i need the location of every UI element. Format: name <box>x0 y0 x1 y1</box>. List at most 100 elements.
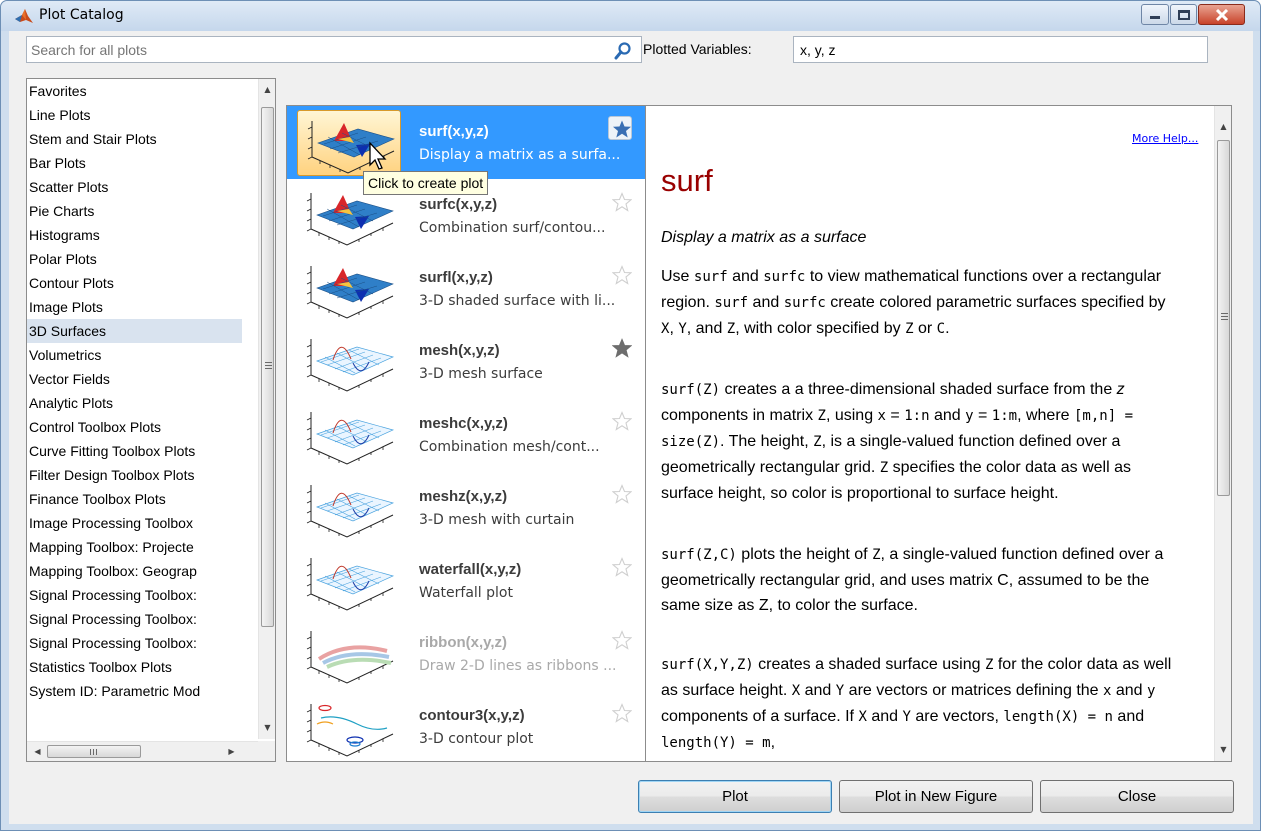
code-token: 1:n <box>904 408 930 424</box>
category-item[interactable]: Histograms <box>27 223 242 247</box>
plot-description: Combination mesh/cont... <box>419 439 600 455</box>
category-item[interactable]: Bar Plots <box>27 151 242 175</box>
doc-text: and <box>748 294 784 311</box>
category-item[interactable]: Filter Design Toolbox Plots <box>27 463 242 487</box>
doc-scroll-thumb[interactable] <box>1217 140 1230 496</box>
category-item[interactable]: Signal Processing Toolbox: <box>27 607 242 631</box>
category-item[interactable]: System ID: Parametric Mod <box>27 679 242 703</box>
close-button[interactable]: Close <box>1040 780 1234 813</box>
plot-description: Draw 2-D lines as ribbons ... <box>419 658 617 674</box>
plot-name: meshc(x,y,z) <box>419 415 508 432</box>
code-token: X <box>791 683 801 699</box>
search-icon[interactable] <box>613 41 633 61</box>
favorite-star-icon[interactable] <box>611 265 633 285</box>
plotted-variables-label: Plotted Variables: <box>643 41 752 57</box>
doc-vertical-scrollbar[interactable]: ▲ ▼ <box>1214 106 1231 761</box>
window-close-button[interactable] <box>1198 4 1245 25</box>
category-item[interactable]: Favorites <box>27 79 242 103</box>
category-item[interactable]: Pie Charts <box>27 199 242 223</box>
category-item[interactable]: Image Plots <box>27 295 242 319</box>
plot-catalog-window: Plot Catalog Plotted Variables: Favorite… <box>0 0 1261 831</box>
doc-paragraph: Use surf and surfc to view mathematical … <box>661 264 1181 342</box>
plotted-variables-input[interactable] <box>800 41 1200 59</box>
category-item[interactable]: Analytic Plots <box>27 391 242 415</box>
plot-item[interactable]: meshz(x,y,z) 3-D mesh with curtain <box>287 471 645 544</box>
plot-thumbnail[interactable] <box>297 475 401 541</box>
documentation-panel: More Help... surf Display a matrix as a … <box>646 105 1232 762</box>
category-horizontal-scrollbar[interactable]: ◀ ▶ <box>27 741 258 761</box>
category-hscroll-thumb[interactable] <box>47 745 141 758</box>
plot-thumbnail[interactable] <box>297 256 401 322</box>
plot-item[interactable]: contour3(x,y,z) 3-D contour plot <box>287 690 645 761</box>
category-item[interactable]: Signal Processing Toolbox: <box>27 631 242 655</box>
plot-item[interactable]: surfl(x,y,z) 3-D shaded surface with li..… <box>287 252 645 325</box>
grip-line <box>265 362 272 363</box>
plot-list[interactable]: surf(x,y,z) Display a matrix as a surfa..… <box>286 105 646 762</box>
category-item[interactable]: Volumetrics <box>27 343 242 367</box>
favorite-star-icon[interactable] <box>611 484 633 504</box>
category-item[interactable]: 3D Surfaces <box>27 319 242 343</box>
category-item[interactable]: Stem and Stair Plots <box>27 127 242 151</box>
favorite-star-filled-icon[interactable] <box>612 119 632 139</box>
grip-line <box>93 749 94 755</box>
category-list[interactable]: Favorites Line Plots Stem and Stair Plots B… <box>27 79 242 739</box>
code-token: surfc <box>783 295 826 311</box>
category-item[interactable]: Statistics Toolbox Plots <box>27 655 242 679</box>
category-item[interactable]: Polar Plots <box>27 247 242 271</box>
plot-item[interactable]: surf(x,y,z) Display a matrix as a surfa..… <box>287 106 645 179</box>
plot-item[interactable]: mesh(x,y,z) 3-D mesh surface <box>287 325 645 398</box>
doc-text: and <box>866 708 903 725</box>
plot-thumbnail[interactable] <box>297 329 401 395</box>
favorite-star-filled-icon[interactable] <box>611 338 633 358</box>
plot-item[interactable]: ribbon(x,y,z) Draw 2-D lines as ribbons .… <box>287 617 645 690</box>
plot-description: 3-D mesh surface <box>419 366 543 382</box>
category-item[interactable]: Curve Fitting Toolbox Plots <box>27 439 242 463</box>
window-title: Plot Catalog <box>39 7 124 23</box>
plot-thumbnail[interactable] <box>297 402 401 468</box>
plot-thumbnail[interactable] <box>297 621 401 687</box>
plot-name: surf(x,y,z) <box>419 123 489 140</box>
category-item[interactable]: Image Processing Toolbox <box>27 511 242 535</box>
category-item[interactable]: Mapping Toolbox: Geograp <box>27 559 242 583</box>
scroll-down-arrow-icon[interactable]: ▼ <box>259 719 275 736</box>
doc-text: are vectors, <box>910 708 1004 725</box>
plot-item[interactable]: meshc(x,y,z) Combination mesh/cont... <box>287 398 645 471</box>
plot-thumbnail[interactable] <box>297 548 401 614</box>
search-input[interactable] <box>31 41 601 59</box>
plot-item[interactable]: waterfall(x,y,z) Waterfall plot <box>287 544 645 617</box>
category-item[interactable]: Mapping Toolbox: Projecte <box>27 535 242 559</box>
favorite-star-icon[interactable] <box>611 411 633 431</box>
close-icon <box>1215 8 1228 21</box>
category-item[interactable]: Finance Toolbox Plots <box>27 487 242 511</box>
favorite-star-icon[interactable] <box>611 630 633 650</box>
scroll-up-arrow-icon[interactable]: ▲ <box>1215 118 1231 135</box>
category-scroll-thumb[interactable] <box>261 107 274 627</box>
favorite-star-icon[interactable] <box>611 557 633 577</box>
more-help-link[interactable]: More Help... <box>1132 132 1198 145</box>
category-item[interactable]: Control Toolbox Plots <box>27 415 242 439</box>
category-item[interactable]: Vector Fields <box>27 367 242 391</box>
code-token: y <box>1147 683 1156 699</box>
category-item[interactable]: Line Plots <box>27 103 242 127</box>
category-item[interactable]: Contour Plots <box>27 271 242 295</box>
category-item[interactable]: Scatter Plots <box>27 175 242 199</box>
scroll-left-arrow-icon[interactable]: ◀ <box>29 743 46 760</box>
plot-button[interactable]: Plot <box>638 780 832 813</box>
favorite-star-icon[interactable] <box>611 703 633 723</box>
maximize-button[interactable] <box>1170 4 1197 25</box>
search-field[interactable] <box>26 36 642 63</box>
plotted-variables-field[interactable] <box>793 36 1208 63</box>
scroll-up-arrow-icon[interactable]: ▲ <box>259 81 275 98</box>
category-item[interactable]: Signal Processing Toolbox: <box>27 583 242 607</box>
plot-thumbnail[interactable] <box>297 694 401 760</box>
code-token: surf(Z,C) <box>661 547 737 563</box>
favorite-star-icon[interactable] <box>611 192 633 212</box>
code-token: Z <box>813 434 822 450</box>
scroll-right-arrow-icon[interactable]: ▶ <box>223 743 240 760</box>
title-bar[interactable]: Plot Catalog <box>1 1 1260 31</box>
category-vertical-scrollbar[interactable]: ▲ ▼ <box>258 79 275 739</box>
scroll-down-arrow-icon[interactable]: ▼ <box>1215 741 1231 758</box>
plot-in-new-figure-button[interactable]: Plot in New Figure <box>839 780 1033 813</box>
doc-text: , with color specified by <box>735 320 906 337</box>
minimize-button[interactable] <box>1141 4 1169 25</box>
